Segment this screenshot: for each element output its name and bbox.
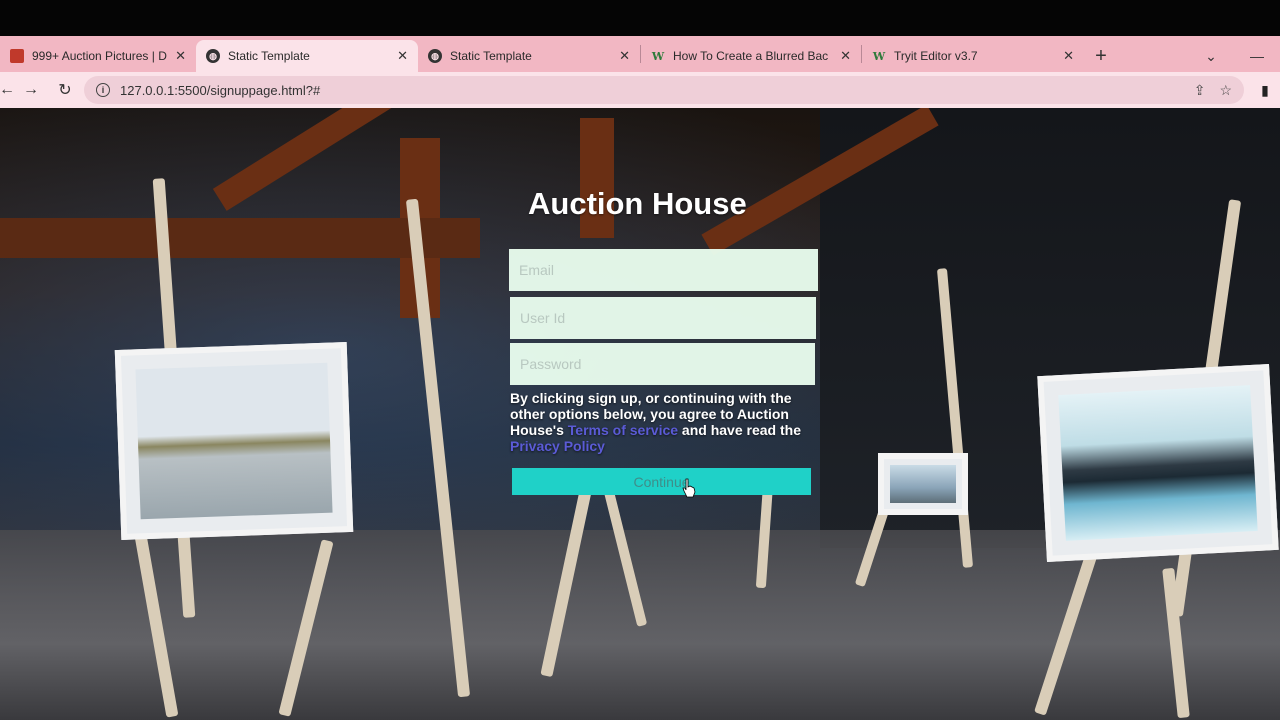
globe-icon: ◍ bbox=[206, 49, 220, 63]
new-tab-button[interactable]: + bbox=[1084, 40, 1118, 72]
painting-lake bbox=[114, 342, 354, 540]
tab-title: How To Create a Blurred Bac bbox=[673, 49, 829, 63]
globe-icon: ◍ bbox=[428, 49, 442, 63]
page-title: Auction House bbox=[528, 186, 747, 221]
window-controls: ⌄ — bbox=[1188, 40, 1280, 72]
sidebar-icon[interactable]: ▮ bbox=[1250, 82, 1280, 99]
user-id-field[interactable] bbox=[510, 297, 816, 339]
info-icon[interactable]: i bbox=[96, 83, 110, 97]
terms-middle: and have read the bbox=[678, 422, 801, 438]
privacy-policy-link[interactable]: Privacy Policy bbox=[510, 438, 605, 454]
forward-icon[interactable]: → bbox=[14, 75, 48, 105]
hand-cursor-icon bbox=[682, 478, 696, 498]
chevron-down-icon[interactable]: ⌄ bbox=[1188, 48, 1234, 65]
tab-static-template-active[interactable]: ◍ Static Template ✕ bbox=[196, 40, 418, 72]
screen-bezel bbox=[0, 0, 1280, 36]
close-icon[interactable]: ✕ bbox=[619, 48, 630, 64]
back-icon[interactable]: ← bbox=[0, 75, 15, 105]
tab-bar: 999+ Auction Pictures | Dow ✕ ◍ Static T… bbox=[0, 36, 1280, 72]
tab-auction-pictures[interactable]: 999+ Auction Pictures | Dow ✕ bbox=[0, 40, 196, 72]
terms-of-service-link[interactable]: Terms of service bbox=[568, 422, 678, 438]
tab-title: 999+ Auction Pictures | Dow bbox=[32, 49, 167, 63]
tab-title: Tryit Editor v3.7 bbox=[894, 49, 978, 63]
password-field[interactable] bbox=[510, 343, 815, 385]
browser-toolbar: ← → ↻ i 127.0.0.1:5500/signuppage.html?#… bbox=[0, 72, 1280, 108]
minimize-icon[interactable]: — bbox=[1234, 48, 1280, 64]
image-icon bbox=[10, 49, 24, 63]
continue-button[interactable]: Continue bbox=[512, 468, 811, 495]
tab-blurred-background[interactable]: W How To Create a Blurred Bac ✕ bbox=[641, 40, 861, 72]
reload-icon[interactable]: ↻ bbox=[48, 75, 82, 105]
w3-icon: W bbox=[872, 49, 886, 63]
painting-harbor bbox=[878, 453, 968, 515]
share-icon[interactable]: ⇪ bbox=[1194, 82, 1206, 99]
close-icon[interactable]: ✕ bbox=[1063, 48, 1074, 64]
close-icon[interactable]: ✕ bbox=[840, 48, 851, 64]
close-icon[interactable]: ✕ bbox=[175, 48, 186, 64]
close-icon[interactable]: ✕ bbox=[397, 48, 408, 64]
tab-static-template[interactable]: ◍ Static Template ✕ bbox=[418, 40, 640, 72]
star-icon[interactable]: ☆ bbox=[1219, 82, 1232, 99]
tab-tryit-editor[interactable]: W Tryit Editor v3.7 ✕ bbox=[862, 40, 1084, 72]
address-bar[interactable]: i 127.0.0.1:5500/signuppage.html?# ⇪ ☆ bbox=[84, 76, 1244, 104]
email-field[interactable] bbox=[509, 249, 818, 291]
w3-icon: W bbox=[651, 49, 665, 63]
tab-title: Static Template bbox=[450, 49, 532, 63]
url-text[interactable]: 127.0.0.1:5500/signuppage.html?# bbox=[120, 83, 1194, 98]
terms-text: By clicking sign up, or continuing with … bbox=[510, 390, 806, 454]
tab-title: Static Template bbox=[228, 49, 310, 63]
painting-mountain bbox=[1037, 364, 1279, 562]
